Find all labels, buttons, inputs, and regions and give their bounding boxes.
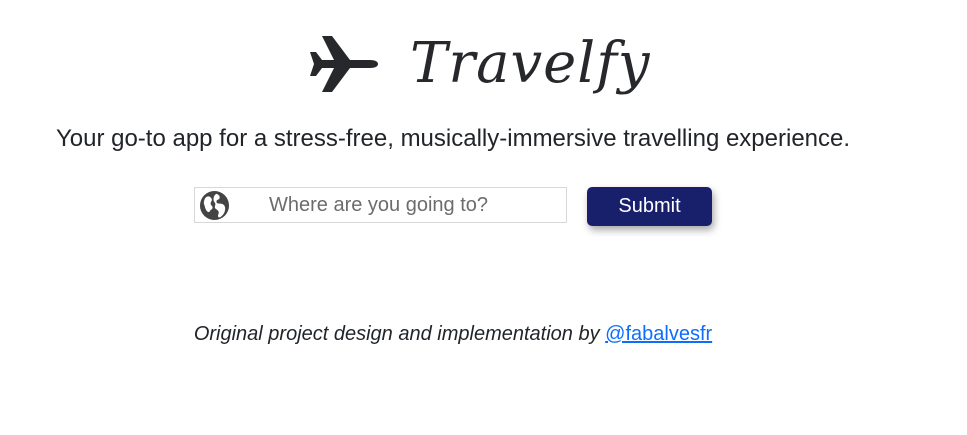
destination-input[interactable] xyxy=(235,188,565,222)
airplane-icon xyxy=(310,36,378,92)
brand-name: Travelfy xyxy=(410,31,651,96)
tagline: Your go-to app for a stress-free, musica… xyxy=(55,125,851,152)
footer-credit: Original project design and implementati… xyxy=(0,320,906,348)
page: Travelfy Your go-to app for a stress-fre… xyxy=(0,0,967,435)
footer-text: Original project design and implementati… xyxy=(193,323,606,345)
brand-header: Travelfy xyxy=(308,26,650,116)
globe-icon xyxy=(199,190,230,221)
destination-search-box[interactable] xyxy=(194,187,567,223)
submit-button[interactable]: Submit xyxy=(587,187,712,226)
author-link[interactable]: @fabalvesfr xyxy=(605,323,712,345)
